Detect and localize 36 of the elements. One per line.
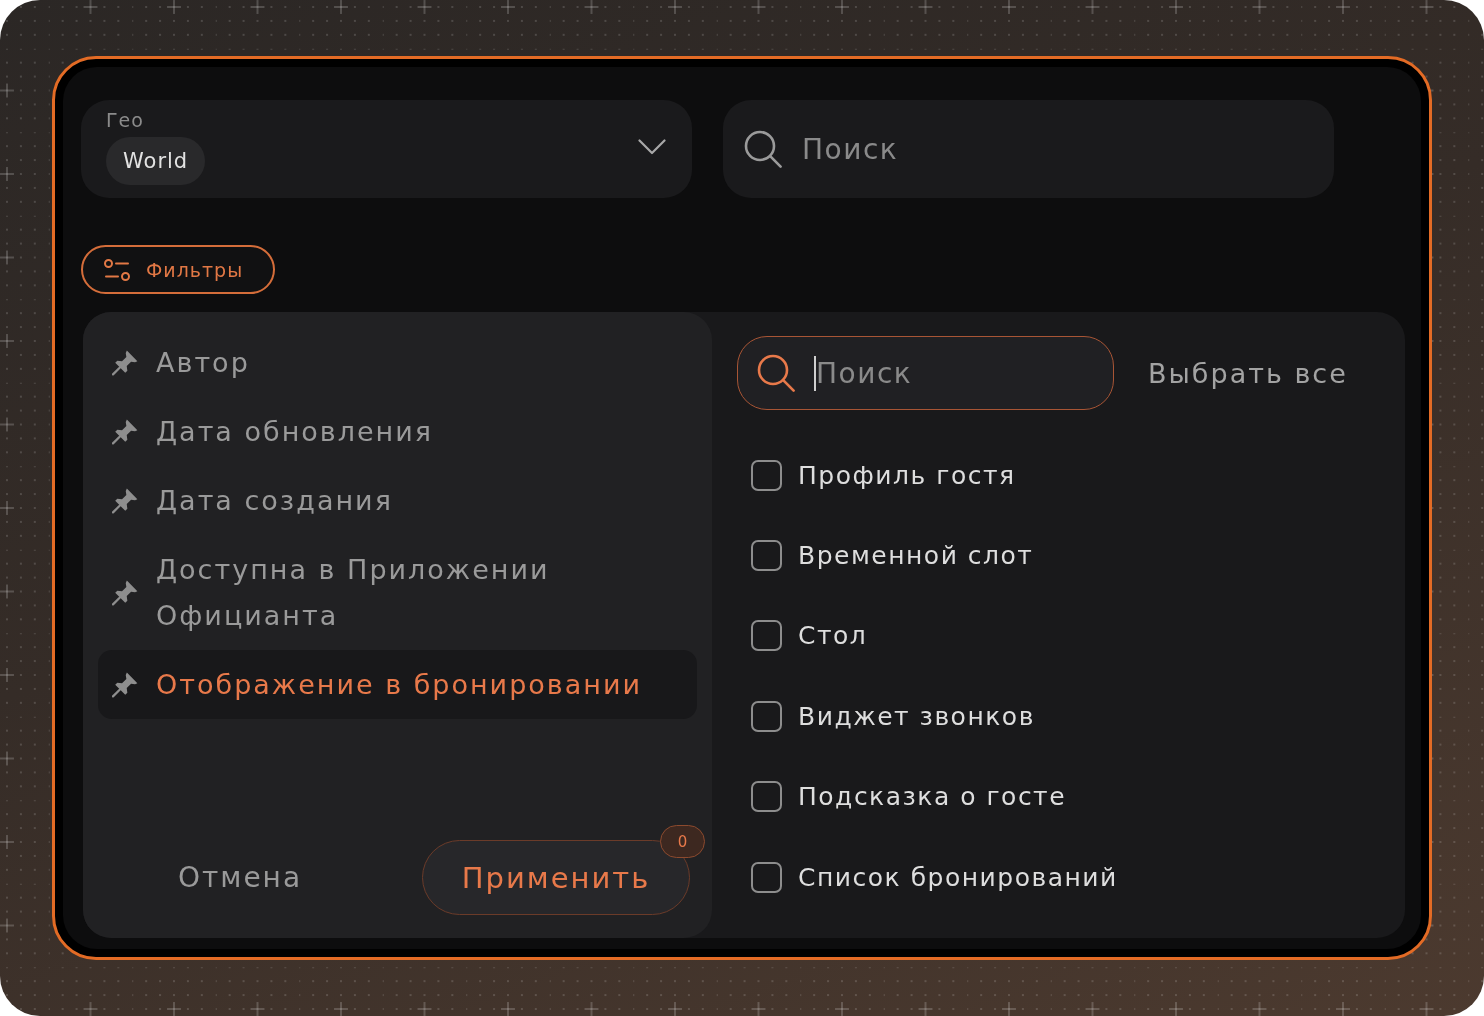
- option-label: Список бронирований: [798, 862, 1118, 892]
- field-list-item[interactable]: Доступна в Приложении Официанта: [98, 535, 697, 650]
- checkbox[interactable]: [751, 540, 782, 572]
- count-badge: 0: [660, 825, 705, 858]
- geo-select[interactable]: Гео World: [81, 100, 692, 198]
- field-list-item[interactable]: Отображение в бронировании: [98, 650, 697, 719]
- cancel-button[interactable]: Отмена: [98, 840, 382, 915]
- tag-chip: World: [106, 137, 206, 185]
- chevron-down-icon: [638, 139, 666, 155]
- option-label: Профиль гостя: [798, 460, 1016, 490]
- option-label: Подсказка о госте: [798, 782, 1067, 812]
- option-label: Стол: [798, 621, 868, 651]
- option-label: Виджет звонков: [798, 701, 1035, 731]
- pushpin-icon: [112, 487, 138, 514]
- option-label: Временной слот: [798, 541, 1034, 571]
- checkbox[interactable]: [751, 861, 782, 893]
- field-list-item[interactable]: Автор: [98, 328, 697, 397]
- filters-button[interactable]: Фильтры: [81, 245, 275, 294]
- search-icon: [744, 130, 782, 168]
- checkbox[interactable]: [751, 700, 782, 732]
- field-list-item[interactable]: Дата обновления: [98, 397, 697, 466]
- checkbox[interactable]: [751, 781, 782, 813]
- sliders-icon: [104, 258, 130, 281]
- field-list-item[interactable]: Дата создания: [98, 466, 697, 535]
- search-icon: [757, 354, 795, 392]
- pushpin-icon: [112, 418, 138, 445]
- select-all-button[interactable]: Выбрать все: [1148, 357, 1348, 389]
- pushpin-icon: [112, 671, 138, 698]
- text-cursor-icon: [814, 356, 816, 391]
- search-field[interactable]: Поиск: [737, 336, 1114, 410]
- field-label: Гео: [106, 109, 144, 131]
- pushpin-icon: [112, 349, 138, 376]
- checkbox[interactable]: [751, 620, 782, 652]
- search-field[interactable]: Поиск: [723, 100, 1334, 198]
- checkbox[interactable]: [751, 459, 782, 491]
- pushpin-icon: [112, 579, 138, 606]
